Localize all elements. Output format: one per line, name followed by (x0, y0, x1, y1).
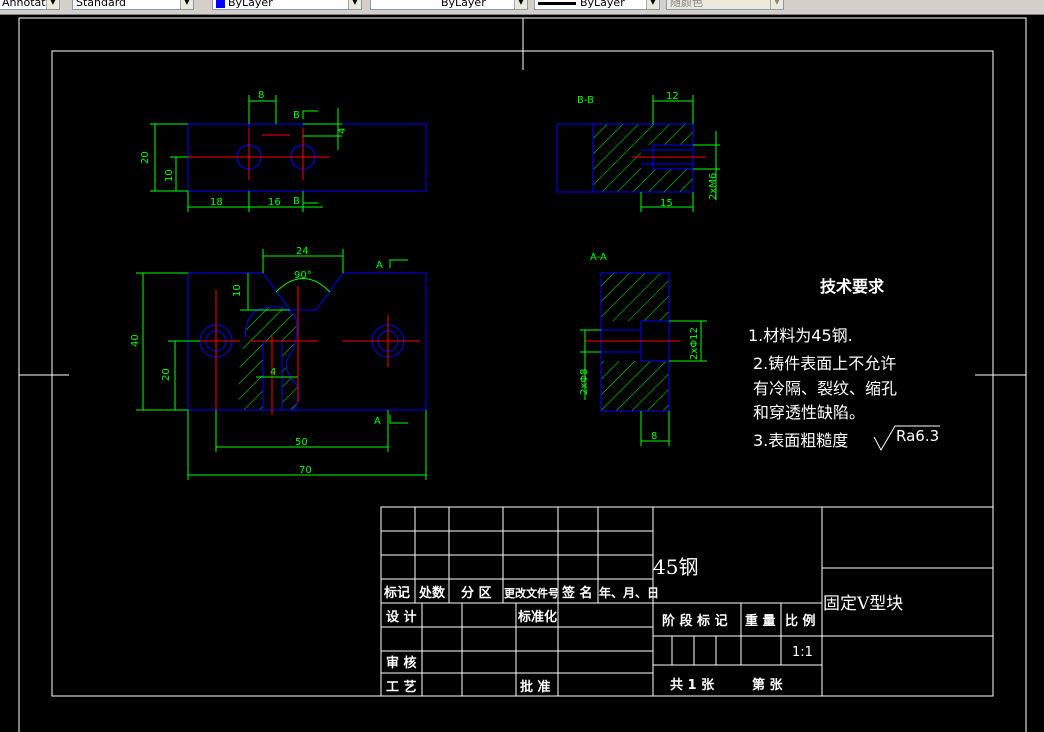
drawing-canvas[interactable]: 8 4 20 10 18 16 B B B-B 12 15 2xM6 24 90… (0, 14, 1044, 732)
review-label: 审 核 (386, 655, 417, 671)
lineweight-sample-icon (538, 1, 576, 5)
section-aa-view (580, 272, 707, 446)
technical-requirements: 技术要求 1.材料为45钢. 2.铸件表面上不允许 有冷隔、裂纹、缩孔 和穿透性… (748, 277, 940, 452)
header-cell: 标记 (383, 585, 410, 601)
tech-title: 技术要求 (820, 277, 885, 296)
dim-text: 15 (660, 198, 673, 209)
section-mark-b-top: B (293, 110, 300, 121)
header-cell: 分 区 (461, 585, 492, 601)
chevron-down-icon[interactable]: ▼ (514, 0, 527, 9)
material-name: 45钢 (653, 555, 698, 579)
section-bb-view (556, 95, 720, 212)
chevron-down-icon[interactable]: ▼ (180, 0, 193, 9)
header-cell: 更改文件号 (504, 586, 559, 600)
dim-text: 24 (296, 246, 309, 257)
dim-text: 12 (666, 91, 679, 102)
dim-text: 20 (140, 151, 151, 164)
process-label: 工 艺 (386, 679, 417, 695)
text-style-dropdown[interactable]: Annotative ▼ (0, 0, 60, 10)
centering-marks (19, 18, 1026, 376)
chevron-down-icon[interactable]: ▼ (46, 0, 59, 9)
dim-text: 70 (299, 465, 312, 476)
chevron-down-icon[interactable]: ▼ (348, 0, 361, 9)
dim-text: 4 (337, 128, 348, 134)
dim-text: 90° (294, 270, 312, 281)
chevron-down-icon[interactable]: ▼ (646, 0, 659, 9)
linetype-value: ByLayer (441, 0, 486, 9)
dim-text: 8 (258, 90, 264, 101)
dim-text: 10 (232, 284, 243, 297)
tech-line-3: 有冷隔、裂纹、缩孔 (753, 379, 897, 398)
weight-label: 重 量 (745, 613, 776, 629)
section-mark-b-bottom: B (293, 196, 300, 207)
dim-text: 2xM6 (708, 173, 719, 200)
section-aa-label: A-A (590, 252, 607, 263)
plot-style-dropdown[interactable]: 随颜色 ▼ (666, 0, 784, 10)
dim-text: 8 (651, 431, 657, 442)
dim-text: 16 (268, 197, 281, 208)
dim-text: 50 (295, 437, 308, 448)
standardize-label: 标准化 (517, 609, 557, 625)
scale-label: 比 例 (785, 613, 816, 629)
section-mark-a-top: A (376, 260, 383, 271)
header-cell: 年、月、日 (599, 585, 659, 600)
part-name: 固定V型块 (823, 594, 903, 614)
color-swatch-icon (216, 0, 225, 8)
section-mark-a-bottom: A (374, 416, 381, 427)
lineweight-value: ByLayer (580, 0, 625, 9)
chevron-down-icon[interactable]: ▼ (770, 0, 783, 9)
stage-mark-label: 阶 段 标 记 (662, 613, 728, 629)
dim-text: 40 (130, 334, 141, 347)
tech-line-4: 和穿透性缺陷。 (753, 403, 865, 422)
color-value: ByLayer (228, 0, 273, 9)
header-cell: 签 名 (561, 585, 593, 601)
scale-value: 1:1 (792, 645, 813, 660)
dim-text: 2xΦ12 (689, 327, 700, 360)
color-dropdown[interactable]: ByLayer ▼ (212, 0, 362, 10)
dimension-style-value: Standard (76, 0, 127, 9)
roughness-value: Ra6.3 (896, 427, 939, 445)
dim-text: 20 (161, 368, 172, 381)
approve-label: 批 准 (520, 679, 551, 695)
section-bb-label: B-B (577, 95, 594, 106)
front-view (136, 249, 427, 480)
sheet-number: 第 张 (752, 677, 784, 693)
header-cell: 处数 (418, 585, 446, 601)
lineweight-dropdown[interactable]: ByLayer ▼ (534, 0, 660, 10)
dimension-style-dropdown[interactable]: Standard ▼ (72, 0, 194, 10)
title-block: 标记 处数 分 区 更改文件号 签 名 年、月、日 设 计 标准化 审 核 工 … (380, 506, 994, 697)
top-view (150, 95, 427, 212)
properties-toolbar: Annotative ▼ Standard ▼ ByLayer ▼ ByLayer ▼ … (0, 0, 1044, 15)
dim-text: 18 (210, 197, 223, 208)
tech-line-2: 2.铸件表面上不允许 (753, 354, 896, 373)
tech-line-1: 1.材料为45钢. (748, 326, 853, 345)
dim-text: 4 (270, 367, 276, 378)
linetype-dropdown[interactable]: ByLayer ▼ (370, 0, 528, 10)
dim-text: 10 (164, 169, 175, 182)
dim-text: 2xΦ8 (579, 368, 590, 395)
design-label: 设 计 (386, 609, 417, 625)
sheets-total: 共 1 张 (670, 677, 715, 693)
plot-style-value: 随颜色 (670, 0, 703, 9)
tech-line-5: 3.表面粗糙度 (753, 431, 848, 450)
